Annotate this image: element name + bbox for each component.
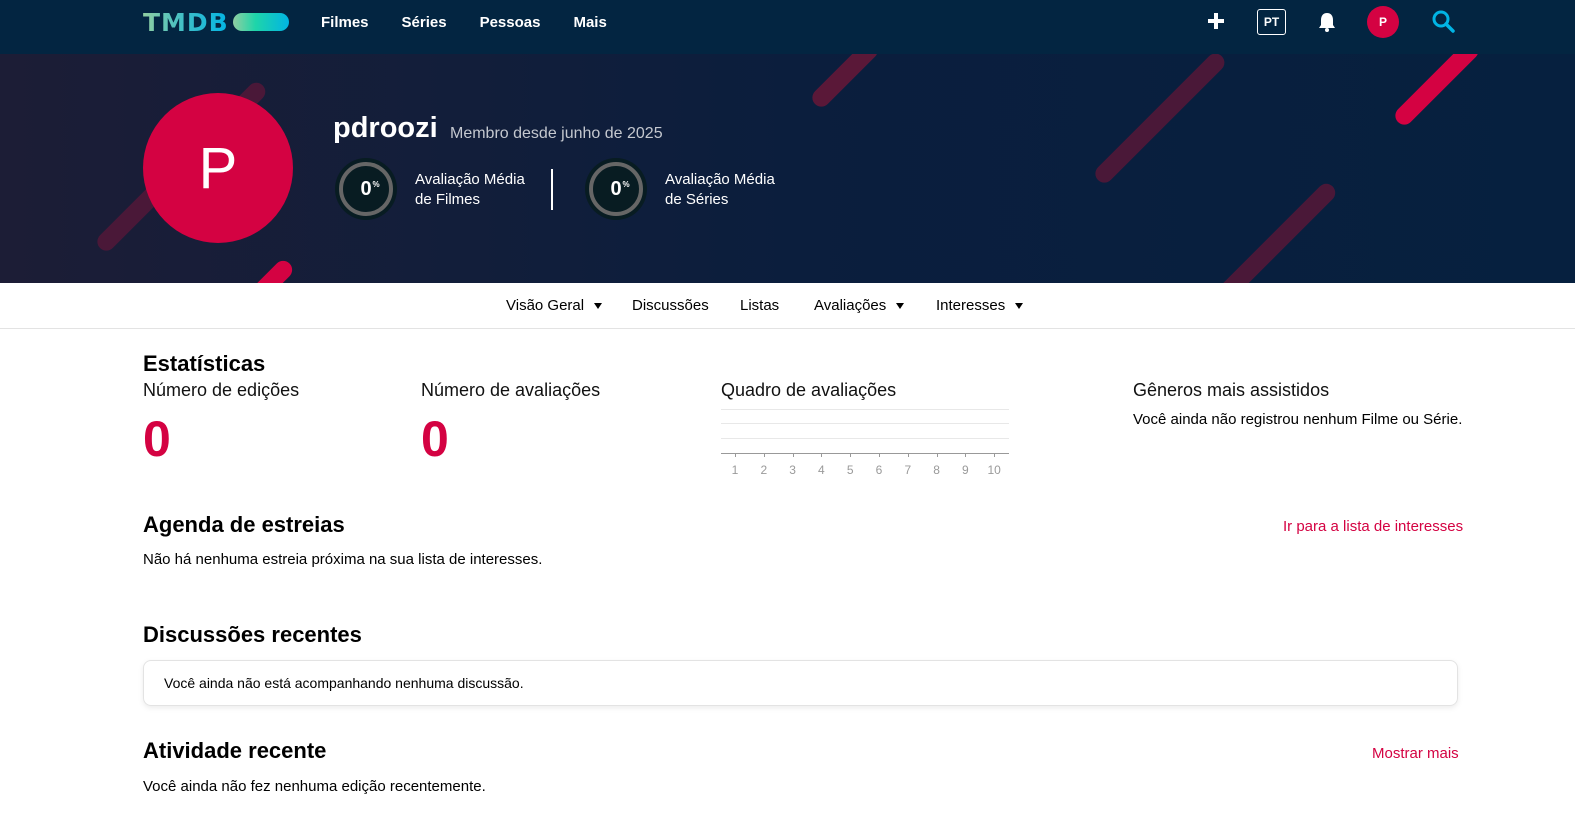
chart-tick bbox=[850, 453, 852, 457]
tmdb-logo[interactable]: TMDB bbox=[143, 7, 289, 37]
tab-listas[interactable]: Listas bbox=[740, 297, 779, 314]
movie-score-label: Avaliação Média de Filmes bbox=[415, 171, 525, 208]
tv-score-chart: 0% bbox=[585, 158, 647, 220]
add-icon[interactable] bbox=[1207, 12, 1225, 30]
chart-tick-label: 5 bbox=[846, 463, 854, 477]
score-value: 0% bbox=[360, 177, 380, 200]
activity-empty-text: Você ainda não fez nenhuma edição recent… bbox=[143, 778, 486, 795]
profile-header: P pdroozi Membro desde junho de 2025 0% … bbox=[0, 54, 1575, 283]
edits-value: 0 bbox=[143, 411, 171, 467]
chart-tick bbox=[879, 453, 880, 457]
chart-tick-label: 1 bbox=[731, 463, 739, 477]
decor-stripe bbox=[1091, 54, 1229, 187]
chart-tick-label: 3 bbox=[789, 463, 796, 477]
profile-avatar: P bbox=[143, 93, 293, 243]
tab-avaliacoes[interactable]: Avaliações bbox=[814, 297, 905, 314]
profile-username: pdroozi bbox=[333, 112, 438, 144]
chart-tick bbox=[936, 453, 938, 457]
ratings-chart: 1 2 3 4 5 6 7 8 9 10 bbox=[721, 408, 1009, 478]
main-menu: Filmes Séries Pessoas Mais bbox=[321, 0, 640, 45]
upcoming-title: Agenda de estreias bbox=[143, 512, 345, 537]
chart-tick bbox=[763, 453, 765, 457]
discussions-empty-text: Você ainda não está acompanhando nenhuma… bbox=[164, 675, 524, 691]
decor-stripe bbox=[808, 54, 882, 111]
chart-gridline bbox=[721, 423, 1009, 424]
decor-stripe bbox=[1391, 54, 1483, 129]
chart-tick bbox=[735, 453, 736, 457]
profile-tabs: Visão Geral Discussões Listas Avaliações… bbox=[0, 283, 1575, 329]
search-icon[interactable] bbox=[1431, 9, 1455, 33]
chart-tick bbox=[965, 453, 967, 457]
watchlist-link[interactable]: Ir para a lista de interesses bbox=[1283, 518, 1463, 535]
genres-label: Gêneros mais assistidos bbox=[1133, 380, 1330, 400]
caret-down-icon bbox=[1015, 302, 1024, 309]
logo-text: TMDB bbox=[143, 7, 229, 37]
upcoming-empty-text: Não há nenhuma estreia próxima na sua li… bbox=[143, 551, 543, 568]
chart-tick bbox=[907, 453, 909, 457]
genres-empty-text: Você ainda não registrou nenhum Filme ou… bbox=[1133, 411, 1463, 428]
score-value: 0% bbox=[610, 177, 630, 200]
chart-tick-label: 7 bbox=[904, 463, 912, 477]
activity-title: Atividade recente bbox=[143, 738, 327, 763]
chart-tick-label: 9 bbox=[962, 463, 969, 477]
caret-down-icon bbox=[896, 302, 905, 309]
edits-label: Número de edições bbox=[143, 380, 300, 400]
discussions-title: Discussões recentes bbox=[143, 622, 362, 647]
stats-title: Estatísticas bbox=[143, 351, 266, 376]
decor-stripe bbox=[1216, 180, 1339, 283]
nav-link-filmes[interactable]: Filmes bbox=[321, 14, 369, 31]
user-avatar-button[interactable]: P bbox=[1367, 6, 1399, 38]
ratings-label: Número de avaliações bbox=[421, 380, 601, 400]
chart-tick-label: 8 bbox=[933, 463, 940, 477]
ratings-value: 0 bbox=[421, 411, 449, 467]
nav-link-mais[interactable]: Mais bbox=[573, 14, 606, 31]
member-since-text: Membro desde junho de 2025 bbox=[450, 125, 663, 142]
nav-link-series[interactable]: Séries bbox=[402, 14, 447, 31]
movie-score-chart: 0% bbox=[335, 158, 397, 220]
tab-visao-geral[interactable]: Visão Geral bbox=[506, 297, 603, 314]
chart-tick-label: 6 bbox=[875, 463, 883, 477]
chart-gridline bbox=[721, 409, 1009, 410]
language-button[interactable]: PT bbox=[1257, 9, 1286, 35]
show-more-link[interactable]: Mostrar mais bbox=[1372, 745, 1459, 762]
logo-pill-shape bbox=[232, 13, 289, 31]
chart-tick-label: 4 bbox=[818, 463, 825, 477]
chart-tick-label: 10 bbox=[987, 463, 1001, 477]
decor-stripe bbox=[233, 257, 296, 283]
tab-discussoes[interactable]: Discussões bbox=[632, 297, 709, 314]
tv-score-label: Avaliação Média de Séries bbox=[665, 171, 775, 208]
nav-link-pessoas[interactable]: Pessoas bbox=[480, 14, 541, 31]
chart-tick bbox=[994, 453, 996, 457]
tab-interesses[interactable]: Interesses bbox=[936, 297, 1024, 314]
ratings-chart-label: Quadro de avaliações bbox=[721, 380, 897, 400]
chart-tick-label: 2 bbox=[760, 463, 768, 477]
caret-down-icon bbox=[594, 302, 603, 309]
chart-tick bbox=[792, 453, 794, 457]
bell-icon[interactable] bbox=[1317, 11, 1337, 33]
top-navbar: TMDB Filmes Séries Pessoas Mais PT P bbox=[0, 0, 1575, 54]
score-divider bbox=[551, 169, 553, 210]
discussions-card: Você ainda não está acompanhando nenhuma… bbox=[143, 660, 1458, 706]
chart-gridline bbox=[721, 438, 1009, 439]
chart-tick bbox=[821, 453, 823, 457]
